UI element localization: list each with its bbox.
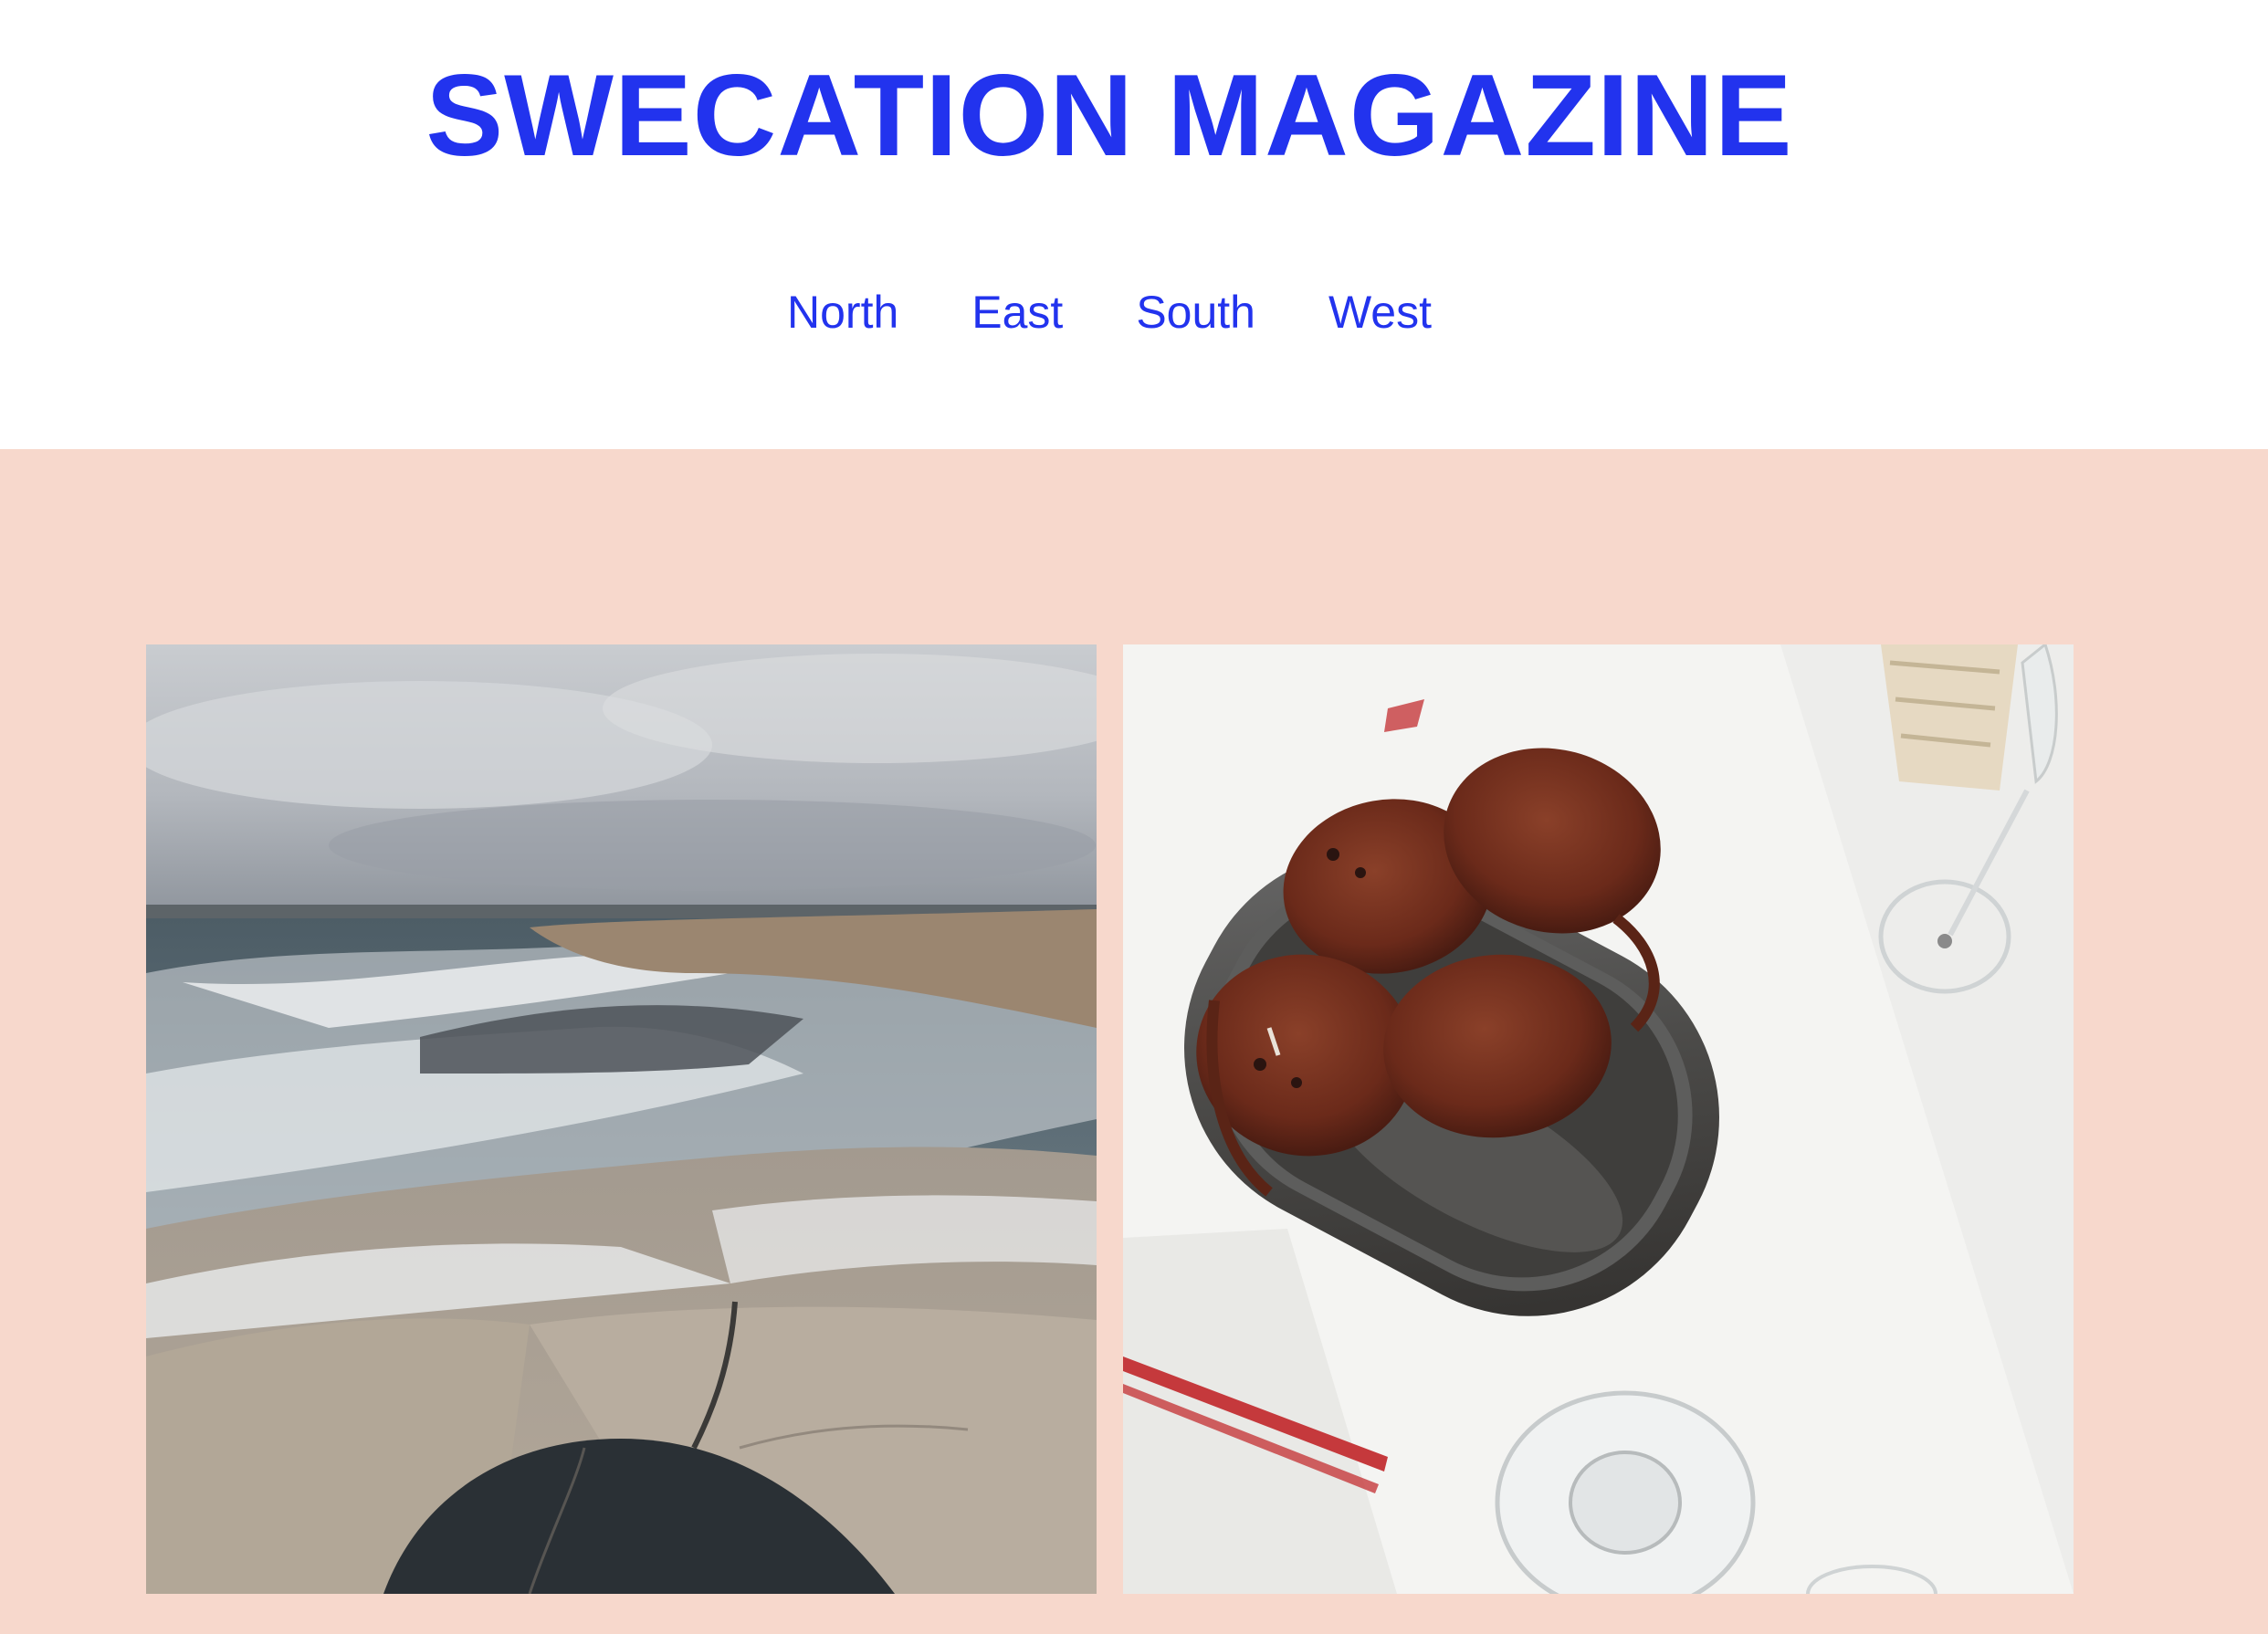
site-header: SWECATION MAGAZINE North East South West <box>0 0 2268 449</box>
nav-link-east[interactable]: East <box>971 279 1063 345</box>
crabs-platter-photo[interactable] <box>1123 644 2074 1594</box>
region-nav: North East South West <box>0 279 2219 345</box>
nav-link-north[interactable]: North <box>787 279 898 345</box>
nav-link-west[interactable]: West <box>1328 279 1432 345</box>
site-title[interactable]: SWECATION MAGAZINE <box>0 51 2219 179</box>
crabs-platter-image <box>1123 644 2074 1594</box>
rocky-coast-image <box>146 644 1097 1594</box>
hero-section <box>0 449 2268 1634</box>
rocky-coast-photo[interactable] <box>146 644 1097 1594</box>
nav-link-south[interactable]: South <box>1136 279 1255 345</box>
